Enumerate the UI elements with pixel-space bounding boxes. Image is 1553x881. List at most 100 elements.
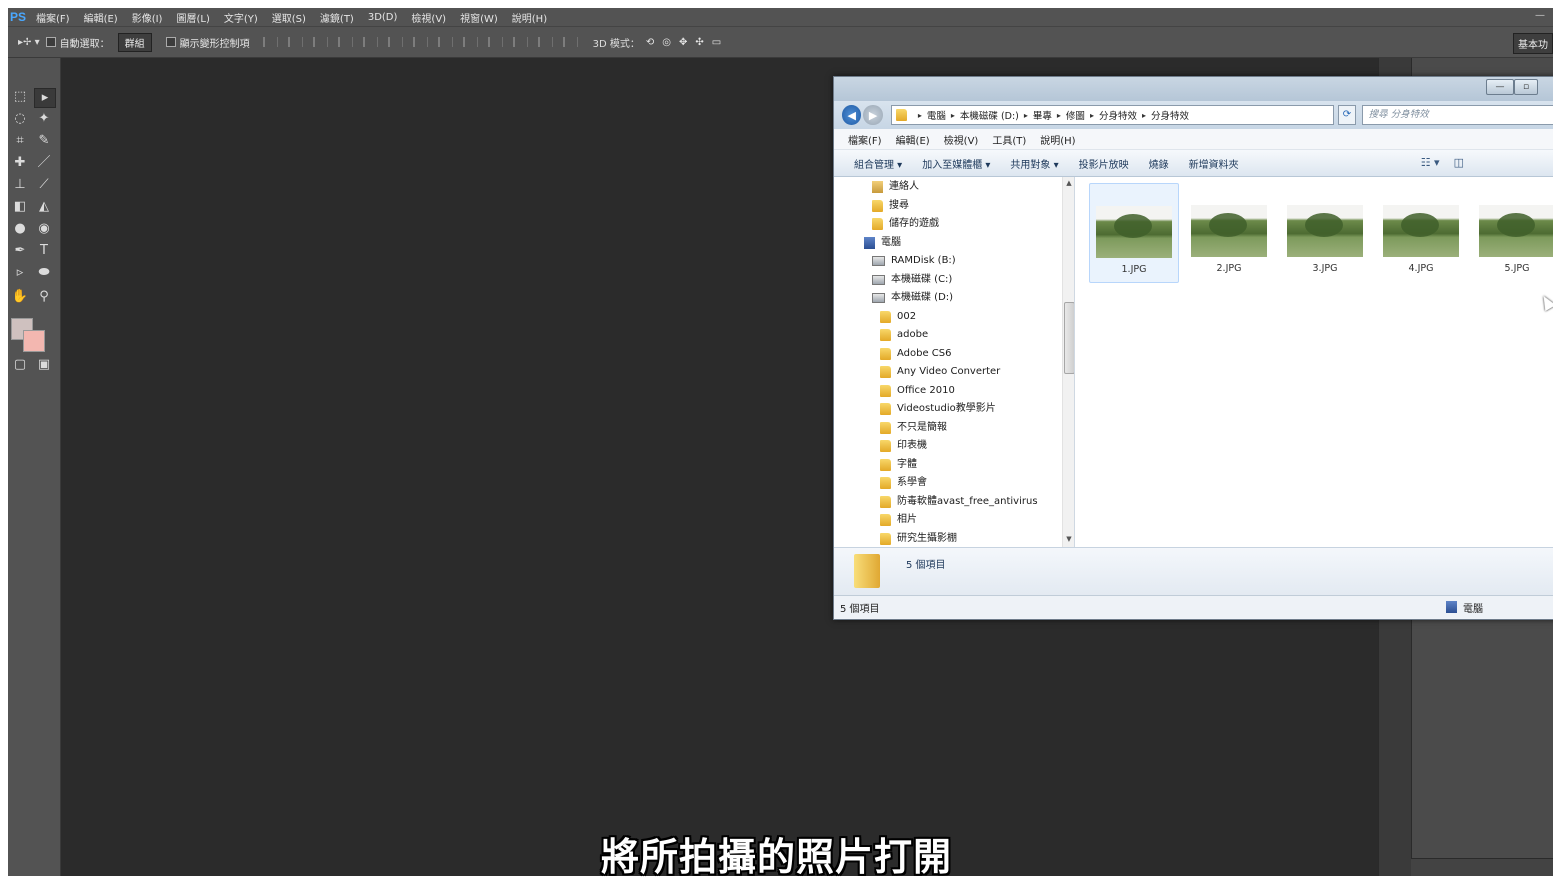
- menu-help[interactable]: 說明(H): [512, 10, 547, 25]
- change-view-icon[interactable]: ☷ ▾: [1421, 156, 1440, 169]
- distribute-vcenter-icon[interactable]: [437, 37, 453, 47]
- tree-item[interactable]: 連絡人: [872, 178, 919, 196]
- auto-select-checkbox[interactable]: [45, 37, 56, 47]
- align-left-icon[interactable]: [337, 37, 353, 47]
- forward-button[interactable]: ▶: [863, 105, 883, 125]
- tree-item[interactable]: 字體: [880, 456, 917, 474]
- file-thumbnail[interactable]: 3.JPG: [1281, 183, 1369, 281]
- background-color-swatch[interactable]: [23, 330, 45, 352]
- menu-edit[interactable]: 編輯(E): [84, 10, 118, 25]
- pen-tool-icon[interactable]: ✒: [10, 242, 30, 260]
- breadcrumb-clone-effect-current[interactable]: 分身特效: [1151, 108, 1189, 122]
- lasso-tool-icon[interactable]: ◌: [10, 110, 30, 128]
- menu-window[interactable]: 視窗(W): [460, 10, 498, 25]
- menu-view[interactable]: 檢視(V): [411, 10, 446, 25]
- nav-scrollbar[interactable]: ▲ ▼: [1062, 177, 1074, 547]
- marquee-tool-icon[interactable]: ⬚: [10, 88, 30, 106]
- align-vcenter-icon[interactable]: [287, 37, 303, 47]
- menu-file[interactable]: 檔案(F): [36, 10, 70, 25]
- file-thumbnail[interactable]: 4.JPG: [1377, 183, 1465, 281]
- tree-item[interactable]: 搜尋: [872, 197, 909, 215]
- paint-bucket-tool-icon[interactable]: ◭: [34, 198, 54, 216]
- roll-3d-icon[interactable]: ◎: [662, 37, 671, 48]
- tree-item[interactable]: 不只是簡報: [880, 419, 947, 437]
- show-transform-checkbox[interactable]: [165, 37, 176, 47]
- explorer-menu-tools[interactable]: 工具(T): [992, 132, 1026, 147]
- menu-select[interactable]: 選取(S): [272, 10, 306, 25]
- path-selection-tool-icon[interactable]: ▹: [10, 264, 30, 282]
- scroll-up-icon[interactable]: ▲: [1064, 179, 1074, 189]
- eyedropper-tool-icon[interactable]: ✎: [34, 132, 54, 150]
- explorer-menu-view[interactable]: 檢視(V): [944, 132, 979, 147]
- explorer-minimize-button[interactable]: —: [1486, 79, 1514, 95]
- preview-pane-icon[interactable]: ◫: [1454, 156, 1464, 169]
- scale-3d-icon[interactable]: ▭: [712, 37, 721, 48]
- tree-item[interactable]: Adobe CS6: [880, 345, 952, 363]
- healing-brush-tool-icon[interactable]: ✚: [10, 154, 30, 172]
- tree-item[interactable]: Videostudio教學影片: [880, 400, 996, 418]
- breadcrumb-project[interactable]: 畢專: [1033, 108, 1052, 122]
- dodge-tool-icon[interactable]: ◉: [34, 220, 54, 238]
- share-with-button[interactable]: 共用對象 ▾: [1010, 156, 1058, 171]
- refresh-icon[interactable]: ⟳: [1338, 105, 1356, 125]
- hand-tool-icon[interactable]: ✋: [10, 288, 30, 306]
- type-tool-icon[interactable]: T: [34, 242, 54, 260]
- breadcrumb-drive-d[interactable]: 本機磁碟 (D:): [960, 108, 1019, 122]
- new-folder-button[interactable]: 新增資料夾: [1189, 156, 1239, 171]
- explorer-maximize-button[interactable]: ▫: [1514, 79, 1538, 95]
- scroll-down-icon[interactable]: ▼: [1064, 535, 1074, 545]
- menu-filter[interactable]: 濾鏡(T): [320, 10, 354, 25]
- distribute-hcenter-icon[interactable]: [512, 37, 528, 47]
- zoom-tool-icon[interactable]: ⚲: [34, 288, 54, 306]
- distribute-top-icon[interactable]: [412, 37, 428, 47]
- align-right-icon[interactable]: [387, 37, 403, 47]
- tree-item[interactable]: RAMDisk (B:): [872, 252, 956, 270]
- file-thumbnail[interactable]: 5.JPG: [1473, 183, 1553, 281]
- eraser-tool-icon[interactable]: ◧: [10, 198, 30, 216]
- move-tool-icon[interactable]: ▸: [34, 88, 56, 108]
- quick-mask-icon[interactable]: ▢: [10, 356, 30, 374]
- blur-tool-icon[interactable]: ●: [10, 220, 30, 238]
- organize-button[interactable]: 組合管理 ▾: [854, 156, 902, 171]
- distribute-left-icon[interactable]: [487, 37, 503, 47]
- burn-button[interactable]: 燒錄: [1149, 156, 1169, 171]
- align-bottom-icon[interactable]: [312, 37, 328, 47]
- menu-image[interactable]: 影像(I): [132, 10, 163, 25]
- align-hcenter-icon[interactable]: [362, 37, 378, 47]
- distribute-right-icon[interactable]: [537, 37, 553, 47]
- tree-item[interactable]: Any Video Converter: [880, 363, 1000, 381]
- explorer-menu-edit[interactable]: 編輯(E): [896, 132, 930, 147]
- align-top-icon[interactable]: [262, 37, 278, 47]
- address-bar[interactable]: ▸ 電腦 ▸ 本機磁碟 (D:) ▸ 畢專 ▸ 修圖 ▸ 分身特效 ▸ 分身特效: [890, 105, 1335, 125]
- shape-tool-icon[interactable]: ⬬: [34, 264, 54, 282]
- magic-wand-tool-icon[interactable]: ✦: [34, 110, 54, 128]
- tree-item[interactable]: Office 2010: [880, 382, 955, 400]
- tree-item[interactable]: 電腦: [864, 234, 901, 252]
- explorer-search-input[interactable]: 搜尋 分身特效: [1361, 105, 1553, 125]
- crop-tool-icon[interactable]: ⌗: [10, 132, 30, 150]
- minimize-icon[interactable]: —: [1535, 10, 1545, 21]
- brush-tool-icon[interactable]: ／: [34, 154, 54, 172]
- file-thumbnail[interactable]: 1.JPG: [1089, 183, 1179, 283]
- explorer-menu-file[interactable]: 檔案(F): [848, 132, 882, 147]
- history-brush-tool-icon[interactable]: ⟋: [34, 176, 54, 194]
- tree-item[interactable]: 印表機: [880, 437, 927, 455]
- tree-item[interactable]: 002: [880, 308, 916, 326]
- file-thumbnail[interactable]: 2.JPG: [1185, 183, 1273, 281]
- tree-item[interactable]: 系學會: [880, 474, 927, 492]
- rotate-3d-icon[interactable]: ⟲: [646, 37, 654, 48]
- screen-mode-icon[interactable]: ▣: [34, 356, 54, 374]
- workspace-switcher[interactable]: 基本功: [1513, 33, 1553, 54]
- tree-item[interactable]: 相片: [880, 511, 917, 529]
- drag-3d-icon[interactable]: ✥: [679, 37, 687, 48]
- back-button[interactable]: ◀: [842, 105, 862, 125]
- tree-item[interactable]: 防毒軟體avast_free_antivirus: [880, 493, 1038, 511]
- tree-item[interactable]: adobe: [880, 326, 928, 344]
- move-tool-preset-icon[interactable]: ▸✢ ▾: [18, 37, 40, 48]
- tree-item[interactable]: 本機磁碟 (C:): [872, 271, 952, 289]
- menu-layer[interactable]: 圖層(L): [176, 10, 209, 25]
- slideshow-button[interactable]: 投影片放映: [1079, 156, 1129, 171]
- menu-3d[interactable]: 3D(D): [368, 12, 398, 23]
- tree-item[interactable]: 本機磁碟 (D:): [872, 289, 953, 307]
- breadcrumb-computer[interactable]: 電腦: [927, 108, 946, 122]
